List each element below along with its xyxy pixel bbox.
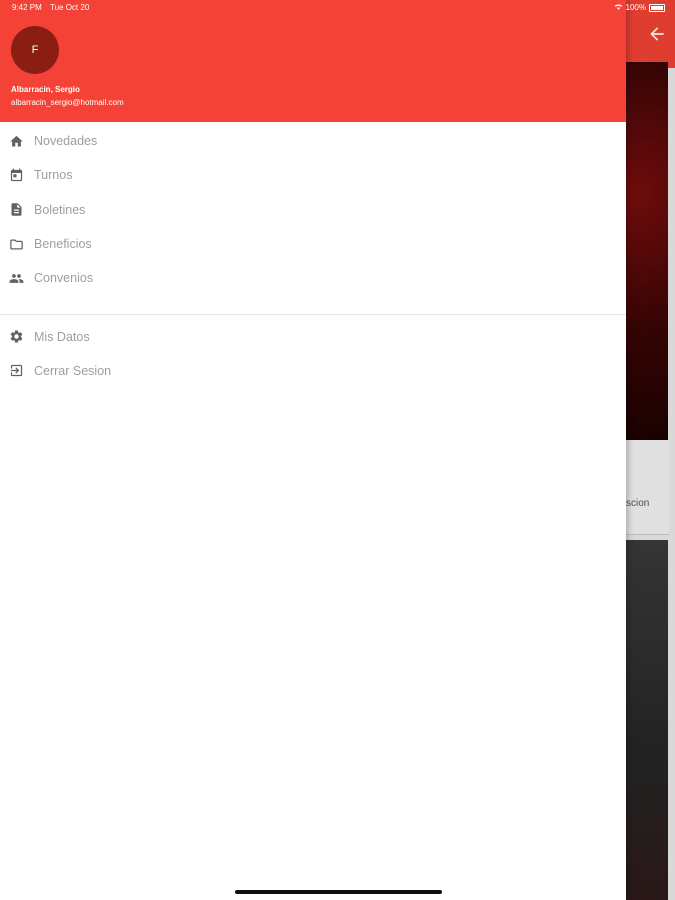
wifi-icon [614, 3, 623, 12]
document-icon [8, 202, 24, 218]
menu-item-label: Convenios [34, 271, 94, 286]
menu-item-convenios[interactable]: Convenios [0, 261, 626, 295]
menu-item-novedades[interactable]: Novedades [0, 124, 626, 158]
battery-percentage: 100% [625, 3, 646, 12]
menu-item-boletines[interactable]: Boletines [0, 193, 626, 227]
status-date: Tue Oct 20 [50, 3, 90, 12]
menu-item-turnos[interactable]: Turnos [0, 158, 626, 192]
menu-item-beneficios[interactable]: Beneficios [0, 227, 626, 261]
logout-icon [8, 363, 24, 379]
menu-item-label: Novedades [34, 134, 98, 149]
battery-icon [649, 3, 665, 12]
avatar[interactable]: F [11, 26, 59, 74]
calendar-icon [8, 167, 24, 183]
home-indicator[interactable] [235, 890, 442, 894]
menu-item-mis-datos[interactable]: Mis Datos [0, 319, 626, 353]
home-icon [8, 133, 24, 149]
menu-item-label: Turnos [34, 168, 73, 183]
user-name: Albarracin, Sergio [11, 85, 80, 94]
status-bar: 9:42 PM Tue Oct 20 100% [0, 0, 675, 16]
people-icon [8, 270, 24, 286]
user-email: albarracin_sergio@hotmail.com [11, 98, 124, 107]
settings-icon [8, 329, 24, 345]
folder-icon [8, 236, 24, 252]
menu-item-label: Boletines [34, 202, 86, 217]
drawer-header: F Albarracin, Sergio albarracin_sergio@h… [0, 0, 626, 122]
drawer-menu: Novedades Turnos Boletines Beneficios Co… [0, 124, 626, 388]
navigation-drawer: F Albarracin, Sergio albarracin_sergio@h… [0, 0, 626, 900]
menu-item-cerrar-sesion[interactable]: Cerrar Sesion [0, 354, 626, 388]
status-time: 9:42 PM [12, 3, 42, 12]
menu-item-label: Beneficios [34, 237, 92, 252]
status-indicators: 100% [614, 3, 665, 12]
menu-item-label: Cerrar Sesion [34, 363, 112, 378]
menu-divider [0, 314, 626, 316]
menu-item-label: Mis Datos [34, 329, 90, 344]
